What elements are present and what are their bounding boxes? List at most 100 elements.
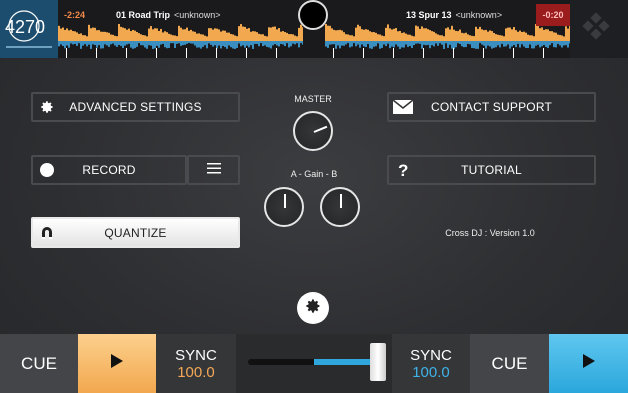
master-volume-knob[interactable] [293,111,333,151]
waveform-bar [198,33,200,41]
waveform-bar [361,41,363,45]
waveform-bar [224,30,226,41]
waveform-bar [381,41,383,48]
waveform-bar [296,36,298,41]
waveform-bar [409,41,411,46]
waveform-bar [521,41,523,45]
tutorial-button[interactable]: ? TUTORIAL [387,155,596,185]
waveform-bar [126,29,128,41]
waveform-bar [395,41,397,45]
waveform-bar [401,32,403,41]
gain-b-knob[interactable] [320,187,360,227]
waveform-bar [539,41,541,48]
waveform-bar [393,28,395,41]
waveform-bar [369,41,371,49]
waveform-bar [104,41,106,45]
waveform-bar [559,34,561,41]
waveform-bar [260,41,262,44]
waveform-bar [300,41,302,44]
deck-a-album-art[interactable]: 4270 [0,0,58,58]
waveform-bar [218,29,220,41]
waveform-bar [160,41,162,45]
deck-b-sync-button[interactable]: SYNC 100.0 [392,334,470,393]
waveform-bar [68,30,70,41]
waveform-bar [385,27,387,41]
waveform-bar [208,41,210,44]
waveform-bar [204,35,206,41]
waveform-bar [82,41,84,46]
waveform-bar [272,26,274,41]
deck-a-play-button[interactable] [78,334,156,393]
waveform-bar [551,31,553,41]
waveform-bar [144,35,146,41]
version-text: Cross DJ : Version 1.0 [445,228,535,238]
waveform-bar [250,41,252,46]
waveform-bar [114,35,116,41]
waveform-bar [527,41,529,49]
waveform-bar [202,34,204,41]
deck-a-sync-button[interactable]: SYNC 100.0 [156,334,236,393]
waveform-bar [519,41,521,48]
waveform-bar [72,41,74,45]
deck-b-cue-button[interactable]: CUE [470,334,549,393]
waveform-bar [268,27,270,41]
waveform-bar [427,29,429,41]
waveform-bar [507,41,509,45]
tutorial-label: TUTORIAL [461,163,522,177]
deck-a-cue-button[interactable]: CUE [0,334,78,393]
waveform-bar [160,28,162,41]
waveform-bar [565,26,567,41]
magnet-icon [33,225,61,241]
waveform-bar [164,41,166,48]
waveform-bar [501,41,503,44]
waveform-bar [110,41,112,45]
waveform-bar [421,41,423,49]
crossfader[interactable] [236,334,392,393]
waveform-bar [286,41,288,44]
waveform-bar [180,27,182,41]
deck-a-waveform[interactable] [58,24,303,58]
waveform-bar [567,28,569,41]
waveform-bar [256,32,258,41]
waveform-bar [443,36,445,41]
crossfader-handle[interactable] [370,343,387,381]
waveform-bar [373,32,375,41]
waveform-bar [343,32,345,41]
turntable-platter-icon[interactable] [298,0,328,30]
waveform-bar [98,30,100,41]
waveform-bar [375,32,377,41]
waveform-bar [102,31,104,41]
waveform-bar [144,41,146,48]
waveform-bar [537,41,539,45]
waveform-bar [379,41,381,49]
waveform-bar [82,35,84,41]
waveform-bar [184,29,186,41]
waveform-bar [425,41,427,46]
waveform-bar [439,35,441,41]
settings-toggle-button[interactable] [297,292,329,324]
waveform-bar [467,41,469,44]
deck-b-play-button[interactable] [549,334,628,393]
waveform-bar [70,29,72,41]
waveform-bar [401,41,403,48]
waveform-bar [214,28,216,41]
gain-label: A - Gain - B [290,169,338,179]
crossfader-fill [314,359,371,365]
quantize-toggle[interactable]: QUANTIZE [31,217,240,248]
waveform-bar [515,30,517,41]
waveform-bar [272,41,274,46]
deck-b-album-art[interactable] [570,0,628,58]
waveform-bar [164,31,166,41]
waveform-bar [333,29,335,41]
waveform-bar [451,25,453,41]
waveform-bar [228,32,230,41]
record-menu-button[interactable] [187,155,240,185]
advanced-settings-button[interactable]: ADVANCED SETTINGS [31,92,240,122]
waveform-bar [112,34,114,41]
deck-b-waveform[interactable] [325,24,570,58]
contact-support-button[interactable]: CONTACT SUPPORT [387,92,596,122]
waveform-bar [477,28,479,41]
record-button[interactable]: RECORD [31,155,187,185]
waveform-bar [208,28,210,41]
gain-a-knob[interactable] [264,187,304,227]
